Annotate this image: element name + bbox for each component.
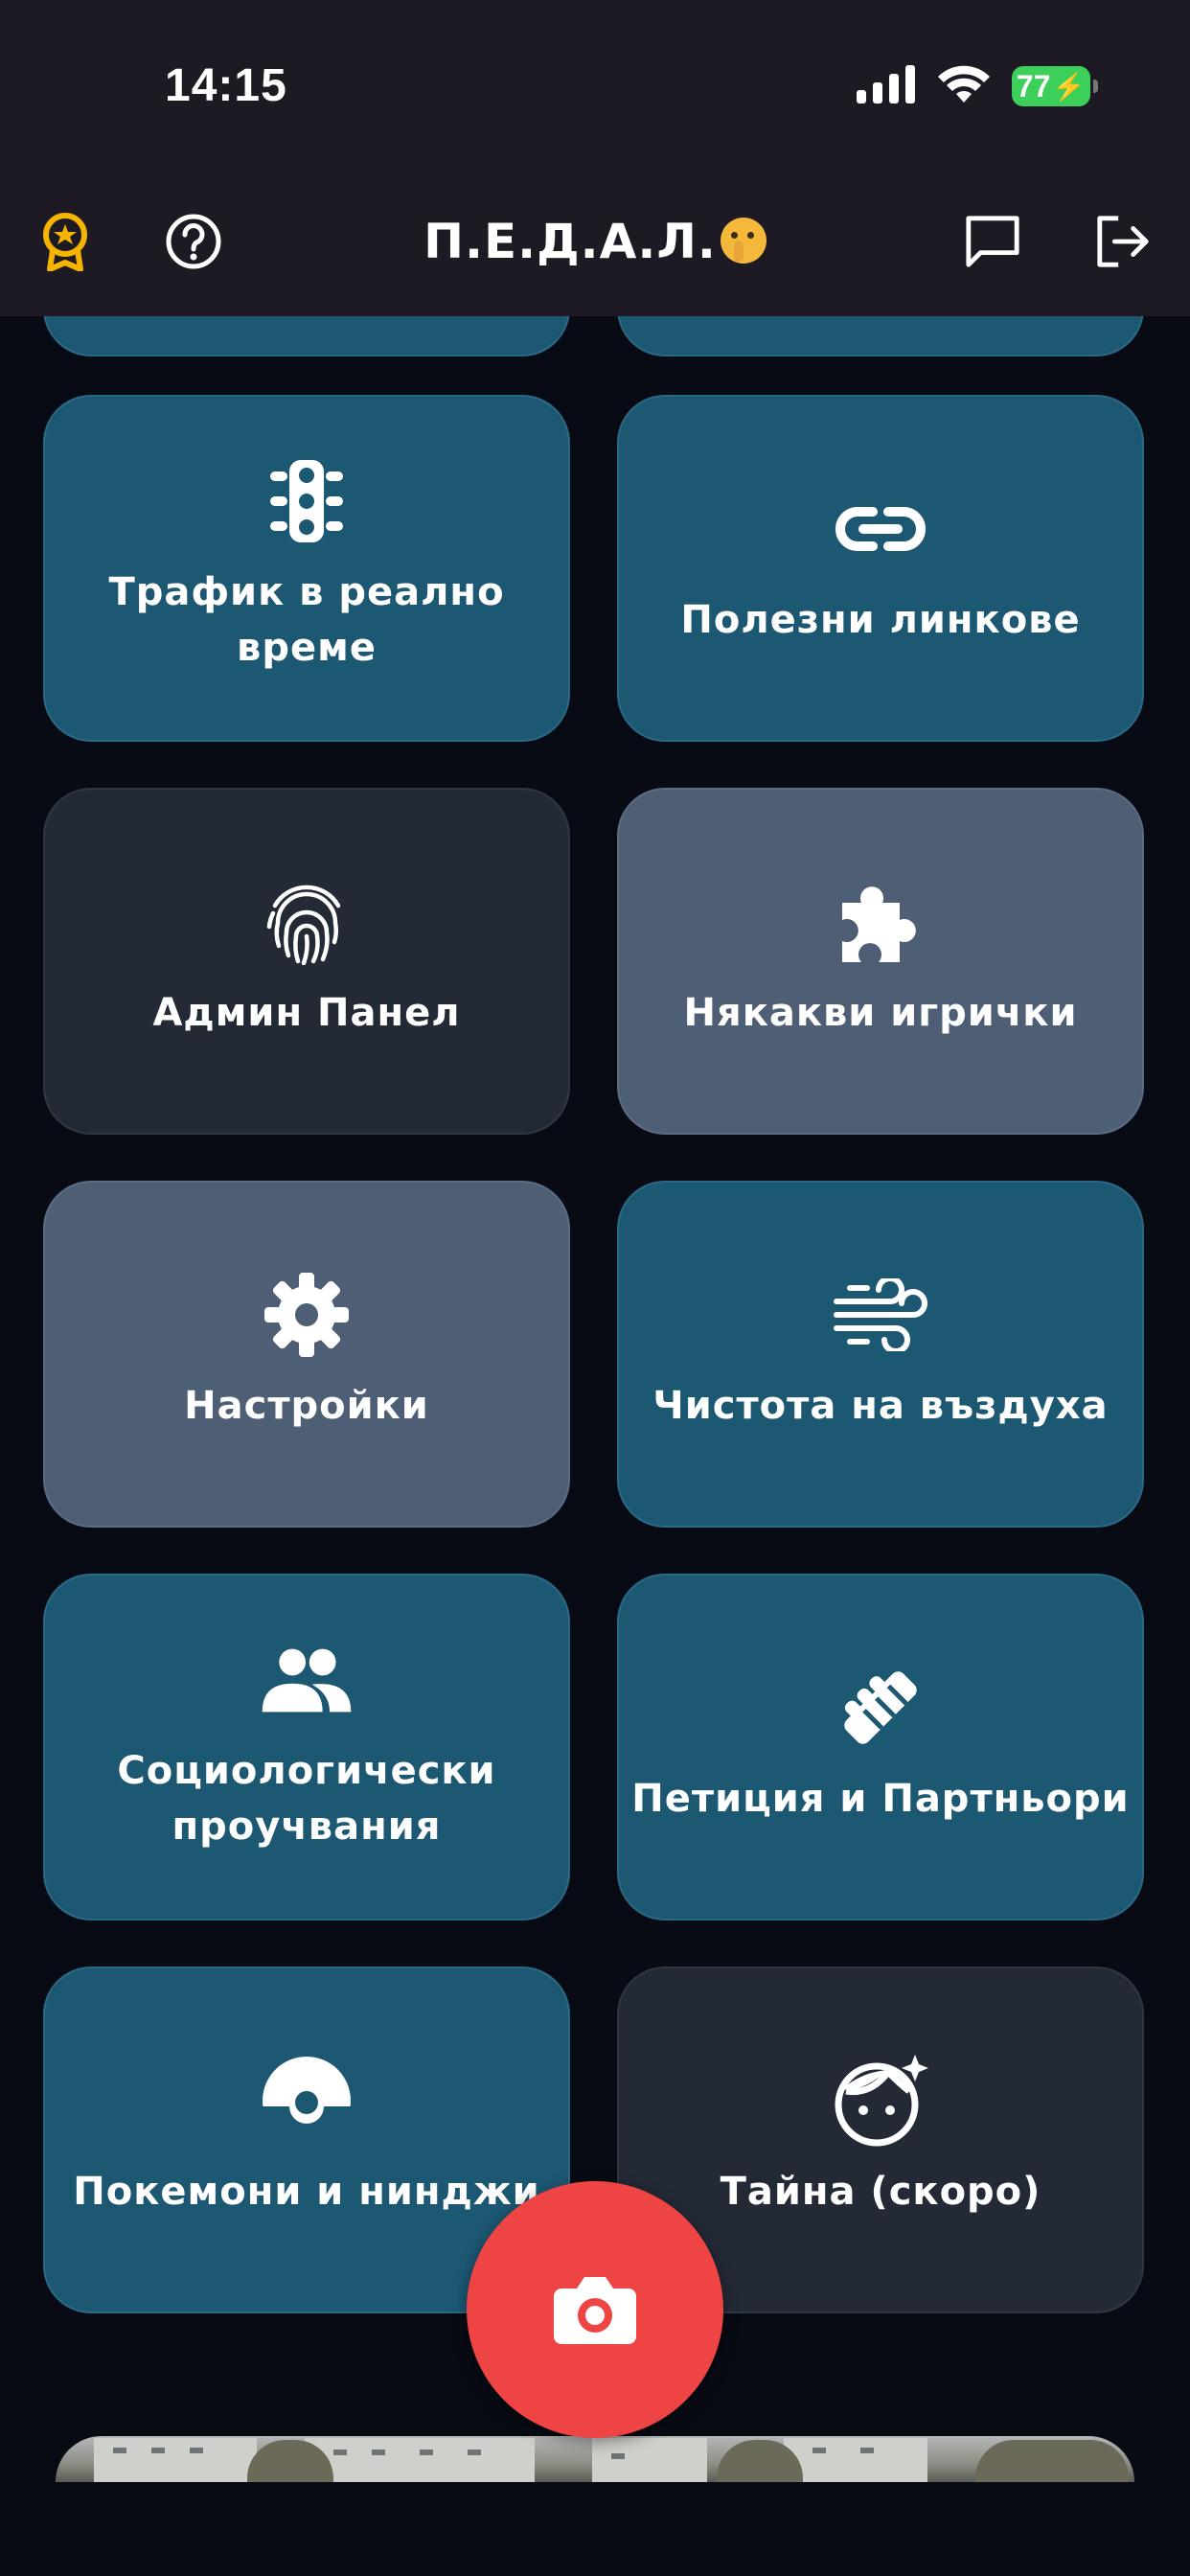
tile-links-label: Полезни линкове [680, 598, 1081, 642]
tile-admin[interactable]: Админ Панел [43, 788, 570, 1135]
tile-links[interactable]: Полезни линкове [617, 395, 1144, 742]
camera-icon [554, 2277, 636, 2344]
status-indicators: 77 ⚡ [857, 63, 1098, 109]
handshake-icon [833, 1660, 928, 1756]
tile-petition-label: Петиция и Партньори [631, 1777, 1130, 1821]
gear-icon [259, 1267, 355, 1363]
bottom-safe-area [0, 2482, 1190, 2576]
app-title: П.Е.Д.А.Л. [423, 214, 717, 269]
tile-pokemon-label: Покемони и нинджи [73, 2170, 540, 2214]
tile-traffic[interactable]: Трафик в реално време [43, 395, 570, 742]
tile-settings-label: Настройки [184, 1384, 429, 1428]
wind-icon [833, 1267, 928, 1363]
tile-games-label: Някакви игрички [683, 991, 1078, 1035]
chat-icon[interactable] [964, 213, 1021, 270]
city-photo [56, 2436, 1134, 2482]
battery-indicator: 77 ⚡ [1012, 66, 1098, 106]
tile-surveys[interactable]: Социологически проучвания [43, 1574, 570, 1920]
charging-bolt-icon: ⚡ [1052, 71, 1087, 102]
tile-grid[interactable]: Трафик в реално време Полезни линкове Ад… [0, 316, 1190, 2482]
tile-traffic-label: Трафик в реално време [108, 570, 505, 670]
tile-air-quality[interactable]: Чистота на въздуха [617, 1181, 1144, 1528]
traffic-light-icon [259, 453, 355, 549]
pokeball-icon [259, 2053, 355, 2149]
tile-surveys-label-line2: проучвания [172, 1805, 442, 1849]
camera-button[interactable] [467, 2181, 723, 2438]
tile-petition[interactable]: Петиция и Партньори [617, 1574, 1144, 1920]
shushing-face-icon [720, 218, 767, 264]
fingerprint-icon [259, 874, 355, 970]
tile-secret-label: Тайна (скоро) [720, 2170, 1041, 2214]
status-time: 14:15 [165, 60, 287, 111]
battery-level: 77 [1016, 68, 1051, 104]
tile-surveys-label-line1: Социологически [117, 1749, 496, 1793]
people-icon [259, 1632, 355, 1728]
tile-air-quality-label: Чистота на въздуха [652, 1384, 1109, 1428]
top-bar: 14:15 77 ⚡ П.Е.Д.А.Л. [0, 0, 1190, 316]
signal-icon [857, 65, 916, 107]
tile-games[interactable]: Някакви игрички [617, 788, 1144, 1135]
wifi-icon [937, 64, 991, 108]
logout-icon[interactable] [1094, 213, 1152, 270]
tile-settings[interactable]: Настройки [43, 1181, 570, 1528]
tile-surveys-label: Социологически проучвания [107, 1743, 505, 1854]
tile-admin-label: Админ Панел [152, 991, 461, 1035]
puzzle-icon [833, 874, 928, 970]
link-icon [833, 481, 928, 577]
tile-partial-right[interactable] [617, 316, 1144, 356]
face-sparkle-icon [833, 2053, 928, 2149]
tile-partial-left[interactable] [43, 316, 570, 356]
